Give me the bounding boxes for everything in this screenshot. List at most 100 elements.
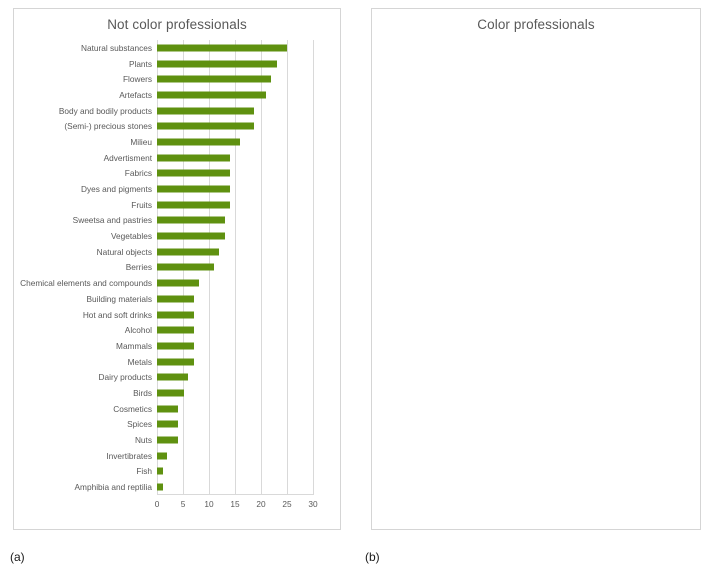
bar (157, 389, 185, 397)
category-label: Cosmetics (113, 403, 152, 414)
category-label: Body and bodily products (58, 105, 152, 116)
bar-row: Sweetsa and pastries (73, 213, 313, 229)
subfigure-caption-a: (a) (10, 550, 25, 564)
category-label: Fruits (131, 199, 152, 210)
bar-row: Dairy products (99, 369, 313, 385)
bar-row: Fish (136, 464, 313, 480)
bar-row: Alcohol (125, 322, 313, 338)
category-label: Dairy products (98, 372, 153, 383)
category-label: Natural substances (80, 42, 152, 53)
category-label: Hot and soft drinks (82, 309, 152, 320)
bar (157, 295, 195, 303)
bar-row: Cosmetics (113, 401, 313, 417)
bar-row: Vegetables (111, 228, 313, 244)
x-tick-25: 25 (282, 499, 292, 509)
bar-row: Nuts (135, 432, 313, 448)
category-label: Sweetsa and pastries (72, 215, 152, 226)
bar-row: Birds (133, 385, 313, 401)
bar (157, 373, 189, 381)
bar (157, 279, 199, 287)
bar (157, 185, 230, 193)
bar-row: Berries (126, 260, 313, 276)
bar (157, 138, 241, 146)
bar (157, 154, 230, 162)
category-label: Natural objects (96, 246, 152, 257)
bar (157, 311, 195, 319)
bar-row: Dyes and pigments (81, 181, 313, 197)
bar-row: Metals (128, 354, 313, 370)
category-label: Spices (127, 419, 152, 430)
x-tick-labels-a: 0 5 10 15 20 25 30 (154, 495, 318, 513)
bar-row: Spices (127, 417, 313, 433)
x-tick-5: 5 (180, 499, 186, 509)
plot-area-a: Natural substances Plants Flowers Artefacts… (20, 40, 318, 509)
x-tick-15: 15 (230, 499, 240, 509)
category-label: Flowers (122, 74, 152, 85)
bar-row: Natural substances (81, 40, 313, 56)
bar (157, 405, 178, 413)
bar (157, 91, 267, 99)
chart-title-a: Not color professionals (107, 17, 247, 32)
category-label: Alcohol (124, 325, 152, 336)
bar-row: Mammals (116, 338, 313, 354)
category-label: Invertibrates (106, 450, 152, 461)
x-tick-30: 30 (308, 499, 318, 509)
bar (157, 232, 225, 240)
category-label: Artefacts (119, 89, 152, 100)
x-tick-0: 0 (154, 499, 160, 509)
bar (157, 342, 195, 350)
chart-title-b: Color professionals (477, 17, 595, 32)
bar (157, 44, 287, 52)
category-label: Dyes and pigments (80, 183, 152, 194)
category-label: Vegetables (110, 230, 152, 241)
panel-b: Color professionals AdvertismentDyes and… (355, 0, 709, 578)
category-label: Metals (127, 356, 152, 367)
bar-row: Invertibrates (106, 448, 313, 464)
bar (157, 326, 195, 334)
bar (157, 248, 220, 256)
x-tick-10: 10 (204, 499, 214, 509)
bar (157, 75, 272, 83)
bar-row: Building materials (87, 291, 313, 307)
bar (157, 107, 255, 115)
bar-row: Body and bodily products (59, 103, 313, 119)
bar (157, 263, 215, 271)
bar (157, 358, 195, 366)
bar (157, 169, 230, 177)
bar (157, 216, 225, 224)
bar-row: Artefacts (119, 87, 313, 103)
subfigure-caption-b: (b) (365, 550, 380, 564)
bar-row: Plants (129, 56, 313, 72)
category-label: Plants (128, 58, 152, 69)
bar (157, 483, 164, 491)
bar-row: Milieu (130, 134, 313, 150)
bar (157, 60, 277, 68)
bar-row: Natural objects (97, 244, 313, 260)
bar-row: Fabrics (125, 166, 313, 182)
category-label: Birds (133, 387, 152, 398)
bar-row: Flowers (123, 71, 313, 87)
bar (157, 467, 164, 475)
category-label: Milieu (130, 136, 152, 147)
category-label: Building materials (86, 293, 152, 304)
bar-row: Hot and soft drinks (83, 307, 313, 323)
bar (157, 436, 178, 444)
bar (157, 201, 230, 209)
category-label: Chemical elements and compounds (20, 278, 152, 289)
category-label: Berries (125, 262, 152, 273)
bar-row: Amphibia and reptilia (75, 479, 313, 495)
bar-rows-a: Natural substances Plants Flowers Artefacts… (20, 40, 313, 495)
category-label: Amphibia and reptilia (74, 481, 152, 492)
figure: Not color professionals Natural substanc… (0, 0, 709, 578)
category-label: Mammals (116, 340, 152, 351)
category-label: Fabrics (124, 168, 152, 179)
bar-row: Chemical elements and compounds (20, 275, 313, 291)
bar (157, 122, 255, 130)
bar (157, 452, 168, 460)
panel-a: Not color professionals Natural substanc… (0, 0, 355, 578)
bar-row: (Semi-) precious stones (64, 118, 313, 134)
x-tick-20: 20 (256, 499, 266, 509)
bar (157, 420, 178, 428)
bar-row: Advertisment (104, 150, 313, 166)
category-label: Fish (136, 466, 152, 477)
